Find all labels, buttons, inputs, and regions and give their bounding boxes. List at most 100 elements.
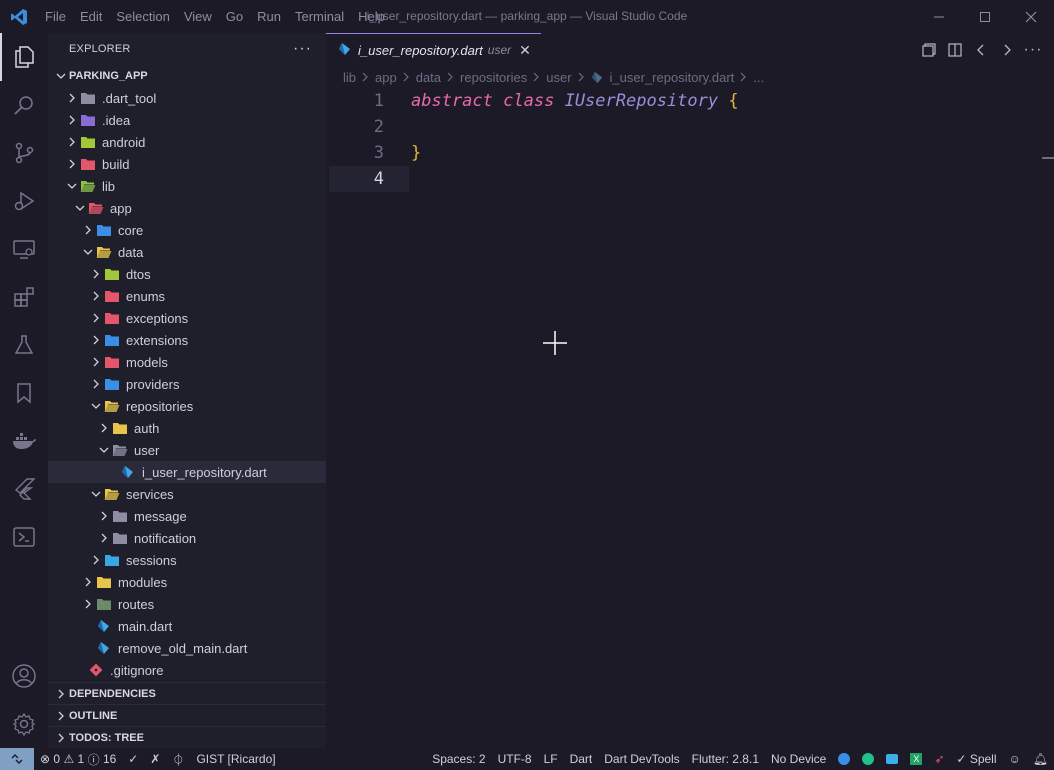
settings-gear-icon[interactable]	[0, 700, 48, 748]
menu-file[interactable]: File	[38, 0, 73, 33]
bookmarks-icon[interactable]	[0, 369, 48, 417]
folder-exceptions[interactable]: exceptions	[48, 307, 326, 329]
folder-dtos[interactable]: dtos	[48, 263, 326, 285]
file-main-dart[interactable]: main.dart	[48, 615, 326, 637]
open-changes-icon[interactable]	[916, 37, 942, 63]
folder-android[interactable]: android	[48, 131, 326, 153]
section-dependencies[interactable]: DEPENDENCIES	[48, 682, 326, 704]
source-control-icon[interactable]	[0, 129, 48, 177]
remote-explorer-icon[interactable]	[0, 225, 48, 273]
spell-check-status[interactable]: ✓ Spell	[950, 748, 1002, 770]
breadcrumb-item[interactable]: i_user_repository.dart	[610, 70, 735, 85]
folder-app[interactable]: app	[48, 197, 326, 219]
encoding-status[interactable]: UTF-8	[492, 748, 538, 770]
menu-view[interactable]: View	[177, 0, 219, 33]
accounts-icon[interactable]	[0, 652, 48, 700]
file-i-user-repository-dart[interactable]: i_user_repository.dart	[48, 461, 326, 483]
breadcrumb-item[interactable]: user	[546, 70, 571, 85]
breadcrumb-item[interactable]: data	[416, 70, 441, 85]
editor-area: i_user_repository.dart user ✕ ··· lib app…	[326, 33, 1054, 748]
notifications-bell-icon[interactable]: 🔔︎	[1027, 748, 1054, 770]
folder-routes[interactable]: routes	[48, 593, 326, 615]
feedback-icon[interactable]: ☺	[1003, 748, 1027, 770]
folder-dart-tool[interactable]: .dart_tool	[48, 87, 326, 109]
code-line[interactable]: 3}	[326, 140, 1054, 166]
folder-data[interactable]: data	[48, 241, 326, 263]
problems-indicator[interactable]: ⊗ 0 ⚠ 1 ⓘ 16	[34, 748, 122, 770]
chevron-down-icon	[96, 445, 112, 455]
folder-notification[interactable]: notification	[48, 527, 326, 549]
menu-selection[interactable]: Selection	[109, 0, 176, 33]
search-icon[interactable]	[0, 81, 48, 129]
green-dot-icon[interactable]	[856, 748, 880, 770]
dart-devtools-button[interactable]: Dart DevTools	[598, 748, 685, 770]
eol-status[interactable]: LF	[538, 748, 564, 770]
folder-lib[interactable]: lib	[48, 175, 326, 197]
tab-i-user-repository[interactable]: i_user_repository.dart user ✕	[326, 33, 541, 66]
blue-dot-icon[interactable]	[832, 748, 856, 770]
breadcrumb-item[interactable]: app	[375, 70, 397, 85]
excel-icon[interactable]: X	[904, 748, 928, 770]
go-back-icon[interactable]	[968, 37, 994, 63]
extensions-icon[interactable]	[0, 273, 48, 321]
menu-run[interactable]: Run	[250, 0, 288, 33]
section-outline[interactable]: OUTLINE	[48, 704, 326, 726]
docker-icon[interactable]	[0, 417, 48, 465]
breadcrumb-item[interactable]: ...	[753, 70, 764, 85]
folder-core[interactable]: core	[48, 219, 326, 241]
device-selector[interactable]: No Device	[765, 748, 832, 770]
more-actions-icon[interactable]: ···	[293, 40, 312, 58]
menu-help[interactable]: Help	[351, 0, 392, 33]
folder-services[interactable]: services	[48, 483, 326, 505]
folder-user[interactable]: user	[48, 439, 326, 461]
live-share-icon[interactable]	[880, 748, 904, 770]
powershell-icon[interactable]	[0, 513, 48, 561]
gist-status[interactable]: GIST [Ricardo]	[190, 748, 281, 770]
code-line[interactable]: 4	[326, 166, 1054, 192]
folder-repositories[interactable]: repositories	[48, 395, 326, 417]
breadcrumb-item[interactable]: lib	[343, 70, 356, 85]
menu-go[interactable]: Go	[219, 0, 250, 33]
file-gitignore[interactable]: .gitignore	[48, 659, 326, 681]
folder-message[interactable]: message	[48, 505, 326, 527]
minimize-icon[interactable]	[916, 0, 962, 33]
folder-auth[interactable]: auth	[48, 417, 326, 439]
file-remove-old-main-dart[interactable]: remove_old_main.dart	[48, 637, 326, 659]
folder-sessions[interactable]: sessions	[48, 549, 326, 571]
flutter-icon[interactable]	[0, 465, 48, 513]
folder-modules[interactable]: modules	[48, 571, 326, 593]
indentation-status[interactable]: Spaces: 2	[426, 748, 491, 770]
code-editor[interactable]: 1 abstract class IUserRepository {2 3} 4	[326, 88, 1054, 192]
check-icon[interactable]: ✓	[122, 748, 144, 770]
more-editor-actions-icon[interactable]: ···	[1020, 37, 1046, 63]
go-forward-icon[interactable]	[994, 37, 1020, 63]
maximize-icon[interactable]	[962, 0, 1008, 33]
folder-extensions[interactable]: extensions	[48, 329, 326, 351]
remote-indicator-icon[interactable]	[0, 748, 34, 770]
project-root[interactable]: PARKING_APP	[48, 65, 326, 87]
cross-icon[interactable]: ✗	[144, 748, 166, 770]
code-line[interactable]: 1 abstract class IUserRepository {	[326, 88, 1054, 114]
bulb-icon[interactable]: ⏀	[166, 748, 190, 770]
close-tab-icon[interactable]: ✕	[519, 42, 531, 59]
folder-idea[interactable]: .idea	[48, 109, 326, 131]
folder-models[interactable]: models	[48, 351, 326, 373]
menu-edit[interactable]: Edit	[73, 0, 109, 33]
menu-terminal[interactable]: Terminal	[288, 0, 351, 33]
folder-enums[interactable]: enums	[48, 285, 326, 307]
breadcrumb-item[interactable]: repositories	[460, 70, 527, 85]
code-line[interactable]: 2	[326, 114, 1054, 140]
split-editor-icon[interactable]	[942, 37, 968, 63]
folder-build[interactable]: build	[48, 153, 326, 175]
testing-flask-icon[interactable]	[0, 321, 48, 369]
run-debug-icon[interactable]	[0, 177, 48, 225]
close-window-icon[interactable]	[1008, 0, 1054, 33]
flutter-version[interactable]: Flutter: 2.8.1	[686, 748, 765, 770]
folder-providers[interactable]: providers	[48, 373, 326, 395]
warnings-count: 1	[77, 752, 85, 766]
rocket-icon[interactable]: ➶	[928, 748, 950, 770]
explorer-icon[interactable]	[0, 33, 48, 81]
section-todos-tree[interactable]: TODOS: TREE	[48, 726, 326, 748]
language-mode[interactable]: Dart	[564, 748, 599, 770]
breadcrumb-separator-icon	[533, 70, 540, 85]
